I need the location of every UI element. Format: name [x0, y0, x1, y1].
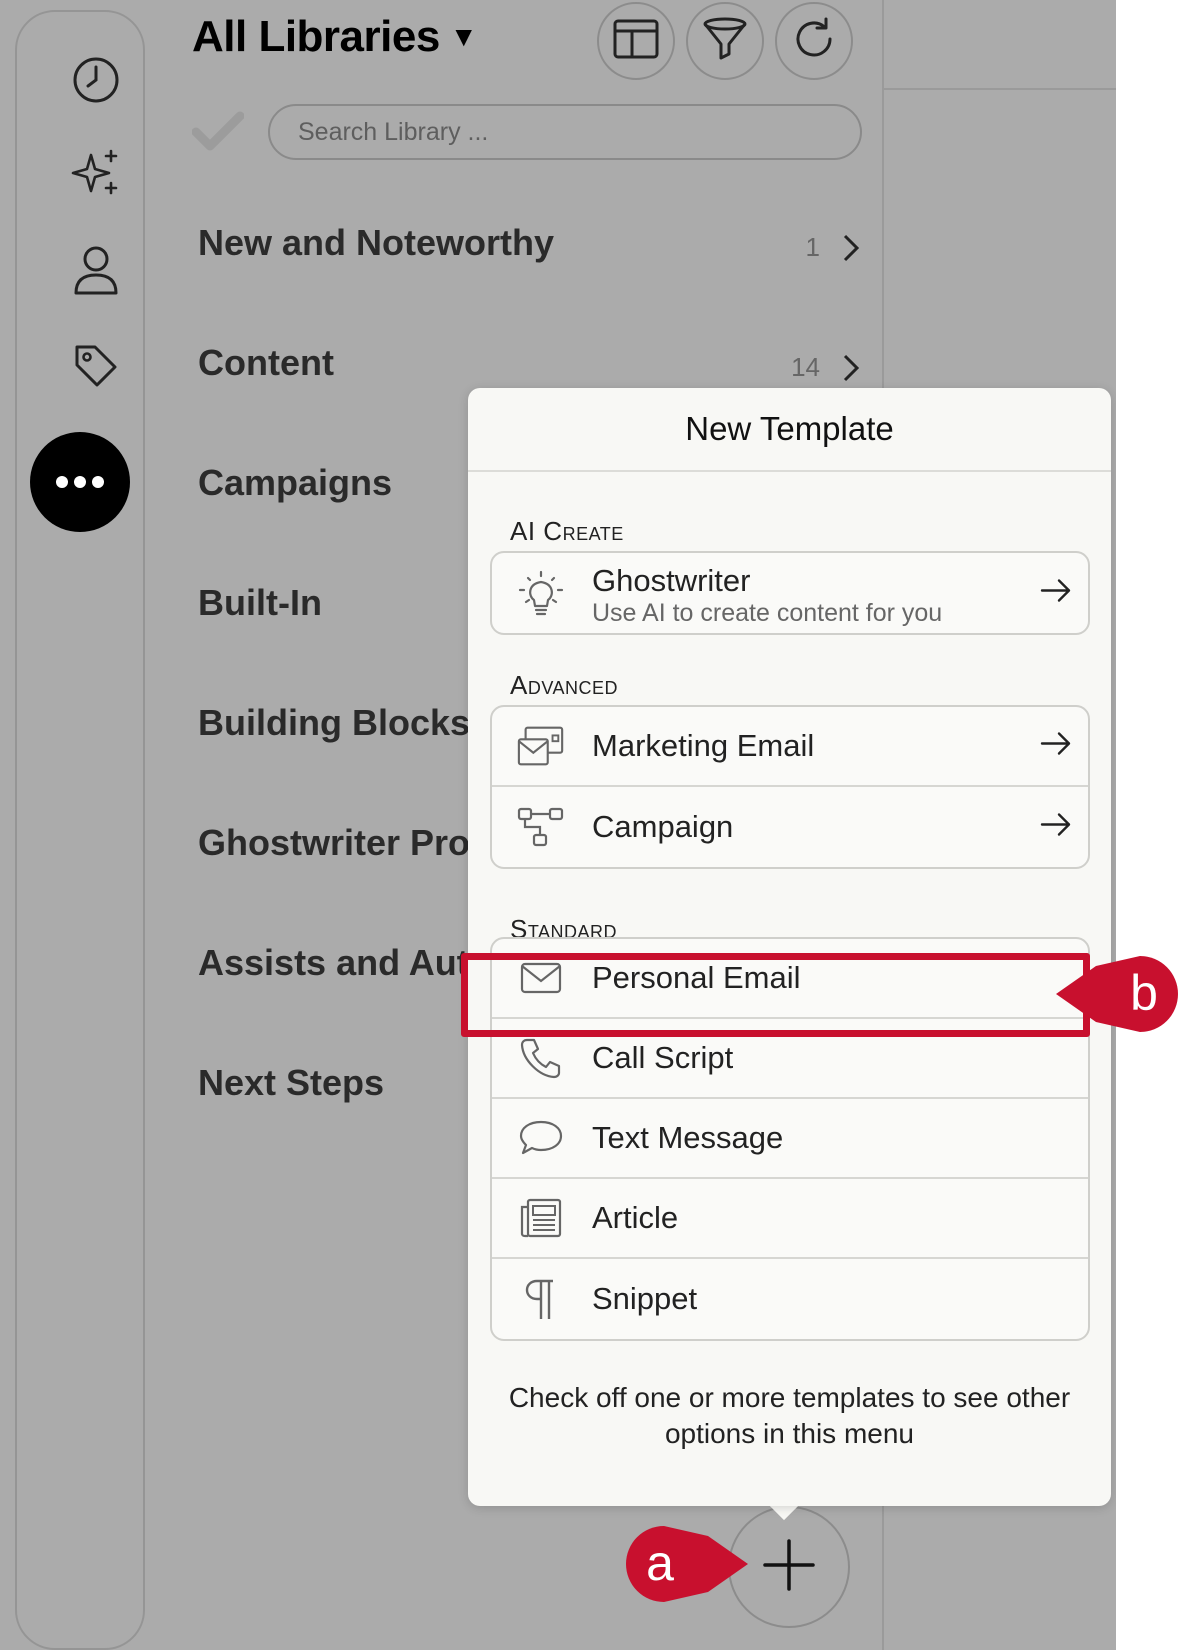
campaign-option[interactable]: Campaign — [492, 787, 1088, 867]
phone-icon — [516, 1033, 566, 1083]
library-item-count: 1 — [805, 232, 820, 262]
filter-icon — [702, 16, 748, 67]
arrow-right-icon — [1040, 732, 1072, 761]
library-item-label: Assists and Aut — [198, 942, 469, 983]
person-icon[interactable] — [64, 238, 128, 302]
call-script-label: Call Script — [592, 1040, 734, 1075]
section-label-advanced: Advanced — [510, 670, 619, 700]
callout-b-label: b — [1130, 965, 1158, 1021]
layout-button[interactable] — [597, 2, 675, 80]
arrow-right-icon — [1040, 579, 1072, 608]
library-item-count: 14 — [791, 352, 820, 382]
text-message-label: Text Message — [592, 1120, 784, 1155]
library-item-label: Ghostwriter Pro — [198, 822, 471, 863]
clock-icon[interactable] — [64, 48, 128, 112]
sparkles-icon[interactable] — [64, 142, 128, 206]
library-item-label: Campaigns — [198, 462, 393, 503]
personal-email-highlight — [461, 953, 1090, 1037]
callout-a-label: a — [646, 1535, 674, 1591]
library-item-label: Built-In — [198, 582, 322, 623]
more-icon[interactable] — [30, 432, 130, 532]
library-item[interactable]: New and Noteworthy 1 — [198, 222, 878, 282]
library-item-label: Building Blocks — [198, 702, 471, 743]
marketing-email-icon — [516, 721, 566, 771]
library-item-label: Content — [198, 342, 334, 383]
article-label: Article — [592, 1200, 679, 1235]
snippet-label: Snippet — [592, 1281, 698, 1316]
app-window: All Libraries ▼ New and Noteworthy 1 Con… — [0, 0, 1116, 1650]
library-title-dropdown[interactable]: All Libraries ▼ — [192, 12, 478, 62]
arrow-right-icon — [1040, 813, 1072, 842]
marketing-email-option[interactable]: Marketing Email — [492, 707, 1088, 787]
paragraph-icon — [516, 1274, 566, 1324]
marketing-email-label: Marketing Email — [592, 728, 815, 763]
search-input[interactable] — [268, 104, 862, 160]
section-label-ai-create: AI Create — [510, 516, 624, 546]
filter-button[interactable] — [686, 2, 764, 80]
ghostwriter-label: Ghostwriter — [592, 563, 751, 598]
ai-create-group: Ghostwriter Use AI to create content for… — [490, 551, 1090, 635]
chevron-right-icon — [842, 230, 860, 272]
workflow-icon — [516, 802, 566, 852]
newspaper-icon — [516, 1193, 566, 1243]
campaign-label: Campaign — [592, 809, 734, 844]
refresh-icon — [790, 15, 838, 68]
text-message-option[interactable]: Text Message — [492, 1099, 1088, 1179]
article-option[interactable]: Article — [492, 1179, 1088, 1259]
snippet-option[interactable]: Snippet — [492, 1259, 1088, 1339]
library-item-label: New and Noteworthy — [198, 222, 555, 263]
popover-title: New Template — [468, 388, 1111, 472]
chevron-down-icon: ▼ — [449, 21, 478, 52]
header-divider — [884, 88, 1116, 90]
library-item-label: Next Steps — [198, 1062, 385, 1103]
left-rail — [15, 10, 145, 1650]
page-title: All Libraries — [192, 12, 440, 61]
ghostwriter-description: Use AI to create content for you — [592, 599, 943, 627]
refresh-button[interactable] — [775, 2, 853, 80]
lightbulb-icon — [516, 568, 566, 618]
new-template-popover: New Template AI Create Ghostwriter Use A… — [468, 388, 1111, 1506]
layout-icon — [612, 18, 660, 65]
tag-icon[interactable] — [64, 334, 128, 398]
chat-bubble-icon — [516, 1113, 566, 1163]
plus-icon — [761, 1537, 817, 1598]
ghostwriter-option[interactable]: Ghostwriter Use AI to create content for… — [492, 553, 1088, 633]
popover-footer-note: Check off one or more templates to see o… — [508, 1382, 1071, 1449]
advanced-group: Marketing Email Campaign — [490, 705, 1090, 869]
select-all-checkmark-icon[interactable] — [191, 110, 245, 157]
chevron-right-icon — [842, 350, 860, 392]
